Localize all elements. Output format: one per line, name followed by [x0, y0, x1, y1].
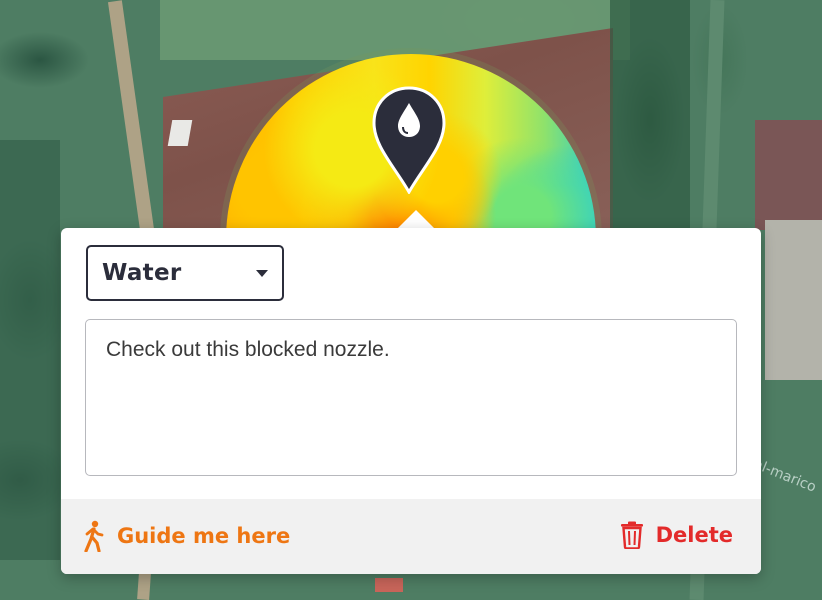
delete-label: Delete [655, 523, 733, 547]
category-select[interactable]: Water [86, 245, 284, 301]
map-road [107, 0, 159, 260]
walking-person-icon [84, 520, 104, 552]
note-textarea[interactable]: Check out this blocked nozzle. [85, 319, 737, 476]
map-place-label: al-marico [751, 456, 819, 496]
water-drop-pin-icon[interactable] [372, 86, 446, 194]
trash-icon [620, 521, 643, 549]
guide-me-here-button[interactable]: Guide me here [83, 520, 290, 552]
map-building [375, 578, 403, 592]
map-field [755, 120, 822, 230]
category-select-value: Water [102, 260, 182, 286]
popup-footer: Guide me here Delete [61, 499, 761, 574]
caret-down-icon [256, 270, 268, 277]
map-trees [610, 0, 690, 230]
map-field [765, 220, 822, 380]
guide-me-here-label: Guide me here [117, 524, 291, 548]
annotation-popup: Water Check out this blocked nozzle. Gui… [61, 228, 761, 574]
delete-button[interactable]: Delete [620, 521, 733, 549]
popup-pointer [397, 210, 435, 229]
map-trees [0, 140, 60, 560]
